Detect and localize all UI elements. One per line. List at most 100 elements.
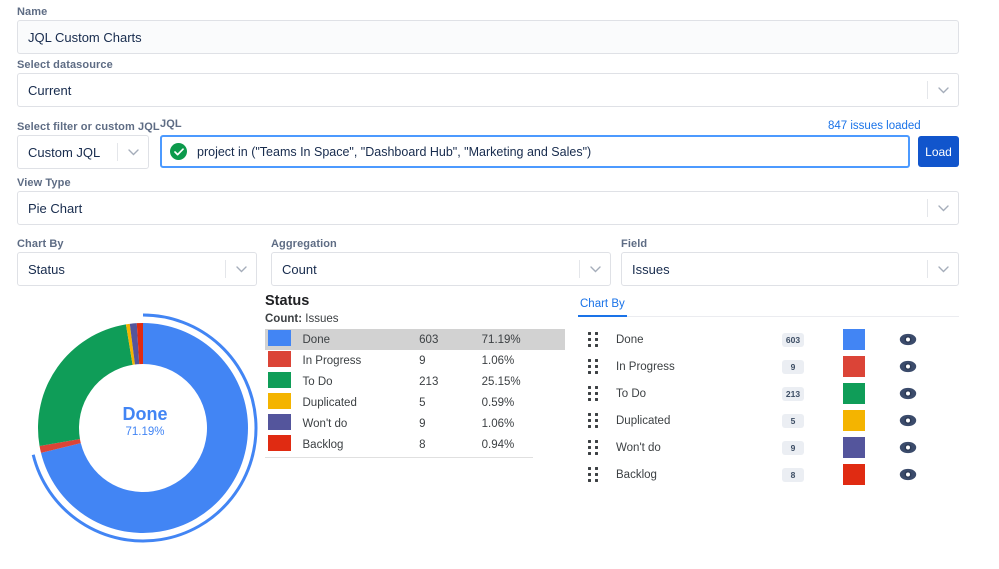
- chevron-down-icon[interactable]: [928, 205, 958, 212]
- row-label: Duplicated: [303, 392, 420, 413]
- row-count: 8: [419, 434, 482, 455]
- table-row[interactable]: In Progress91.06%: [265, 350, 565, 371]
- eye-icon[interactable]: [899, 441, 917, 454]
- legend-color-wrapper: [823, 356, 885, 377]
- jql-input[interactable]: project in ("Teams In Space", "Dashboard…: [160, 135, 910, 168]
- filter-value: Custom JQL: [28, 145, 117, 160]
- legend-tab-row: Chart By: [578, 298, 959, 317]
- legend-color-wrapper: [823, 383, 885, 404]
- drag-handle-icon[interactable]: [578, 440, 608, 455]
- legend-color-wrapper: [823, 437, 885, 458]
- legend-color-swatch[interactable]: [843, 410, 865, 431]
- filter-label: Select filter or custom JQL: [17, 121, 160, 133]
- datasource-label: Select datasource: [17, 59, 113, 71]
- legend-count-wrapper: 603: [763, 333, 823, 347]
- row-color-swatch: [265, 371, 303, 392]
- table-row[interactable]: Won't do91.06%: [265, 413, 565, 434]
- chevron-down-icon[interactable]: [118, 149, 148, 156]
- legend-count-badge: 603: [782, 333, 804, 347]
- jql-custom-charts-editor: Name JQL Custom Charts Select datasource…: [0, 0, 999, 569]
- legend-list: Done603In Progress9To Do213Duplicated5Wo…: [578, 326, 959, 488]
- legend-count-badge: 8: [782, 468, 804, 482]
- legend-row[interactable]: Done603: [578, 326, 959, 353]
- legend-row[interactable]: Won't do9: [578, 434, 959, 461]
- chevron-down-icon[interactable]: [580, 266, 610, 273]
- pie-chart[interactable]: Done 71.19%: [20, 310, 270, 545]
- view-type-label: View Type: [17, 177, 71, 189]
- legend-row[interactable]: Duplicated5: [578, 407, 959, 434]
- field-label: Field: [621, 238, 647, 250]
- name-label: Name: [17, 6, 47, 18]
- chart-by-select[interactable]: Status: [17, 252, 257, 286]
- eye-icon[interactable]: [899, 414, 917, 427]
- table-row[interactable]: Done60371.19%: [265, 329, 565, 350]
- drag-handle-icon[interactable]: [578, 359, 608, 374]
- legend-color-swatch[interactable]: [843, 356, 865, 377]
- eye-icon[interactable]: [899, 387, 917, 400]
- chevron-down-icon[interactable]: [226, 266, 256, 273]
- legend-count-wrapper: 9: [763, 360, 823, 374]
- pie-slice[interactable]: [38, 324, 133, 446]
- row-color-swatch: [265, 434, 303, 455]
- field-select[interactable]: Issues: [621, 252, 959, 286]
- chevron-down-icon[interactable]: [928, 87, 958, 94]
- row-percent: 0.59%: [482, 392, 565, 413]
- status-table: Done60371.19%In Progress91.06%To Do21325…: [265, 329, 565, 455]
- legend-visibility-wrapper: [885, 387, 931, 400]
- row-count: 603: [419, 329, 482, 350]
- field-value: Issues: [632, 262, 927, 277]
- legend-row[interactable]: In Progress9: [578, 353, 959, 380]
- tab-chart-by[interactable]: Chart By: [578, 298, 627, 317]
- chart-by-label: Chart By: [17, 238, 64, 250]
- name-input[interactable]: JQL Custom Charts: [17, 20, 959, 54]
- row-color-swatch: [265, 329, 303, 350]
- legend-count-badge: 213: [782, 387, 804, 401]
- legend-color-wrapper: [823, 464, 885, 485]
- row-percent: 71.19%: [482, 329, 565, 350]
- legend-color-swatch[interactable]: [843, 464, 865, 485]
- load-button[interactable]: Load: [918, 136, 959, 167]
- row-count: 9: [419, 413, 482, 434]
- row-count: 213: [419, 371, 482, 392]
- legend-count-wrapper: 213: [763, 387, 823, 401]
- issues-loaded-status: 847 issues loaded: [828, 120, 921, 132]
- legend-row[interactable]: Backlog8: [578, 461, 959, 488]
- eye-icon[interactable]: [899, 360, 917, 373]
- view-type-select[interactable]: Pie Chart: [17, 191, 959, 225]
- legend-label: Won't do: [608, 442, 763, 454]
- table-subtitle-value: Issues: [305, 313, 338, 325]
- legend-color-wrapper: [823, 410, 885, 431]
- legend-color-swatch[interactable]: [843, 383, 865, 404]
- eye-icon[interactable]: [899, 468, 917, 481]
- legend-label: Duplicated: [608, 415, 763, 427]
- legend-count-badge: 9: [782, 360, 804, 374]
- table-subtitle-key: Count:: [265, 313, 302, 325]
- row-percent: 0.94%: [482, 434, 565, 455]
- view-type-value: Pie Chart: [28, 201, 927, 216]
- row-count: 5: [419, 392, 482, 413]
- name-input-value: JQL Custom Charts: [28, 30, 142, 45]
- table-row[interactable]: To Do21325.15%: [265, 371, 565, 392]
- filter-select[interactable]: Custom JQL: [17, 135, 149, 169]
- legend-color-swatch[interactable]: [843, 329, 865, 350]
- aggregation-select[interactable]: Count: [271, 252, 611, 286]
- table-row[interactable]: Backlog80.94%: [265, 434, 565, 455]
- chevron-down-icon[interactable]: [928, 266, 958, 273]
- drag-handle-icon[interactable]: [578, 413, 608, 428]
- aggregation-value: Count: [282, 262, 579, 277]
- legend-row[interactable]: To Do213: [578, 380, 959, 407]
- row-color-swatch: [265, 413, 303, 434]
- row-percent: 1.06%: [482, 350, 565, 371]
- row-percent: 25.15%: [482, 371, 565, 392]
- legend-count-wrapper: 5: [763, 414, 823, 428]
- legend-visibility-wrapper: [885, 468, 931, 481]
- drag-handle-icon[interactable]: [578, 386, 608, 401]
- drag-handle-icon[interactable]: [578, 467, 608, 482]
- table-row[interactable]: Duplicated50.59%: [265, 392, 565, 413]
- drag-handle-icon[interactable]: [578, 332, 608, 347]
- datasource-select[interactable]: Current: [17, 73, 959, 107]
- legend-color-swatch[interactable]: [843, 437, 865, 458]
- legend-visibility-wrapper: [885, 414, 931, 427]
- legend-visibility-wrapper: [885, 441, 931, 454]
- eye-icon[interactable]: [899, 333, 917, 346]
